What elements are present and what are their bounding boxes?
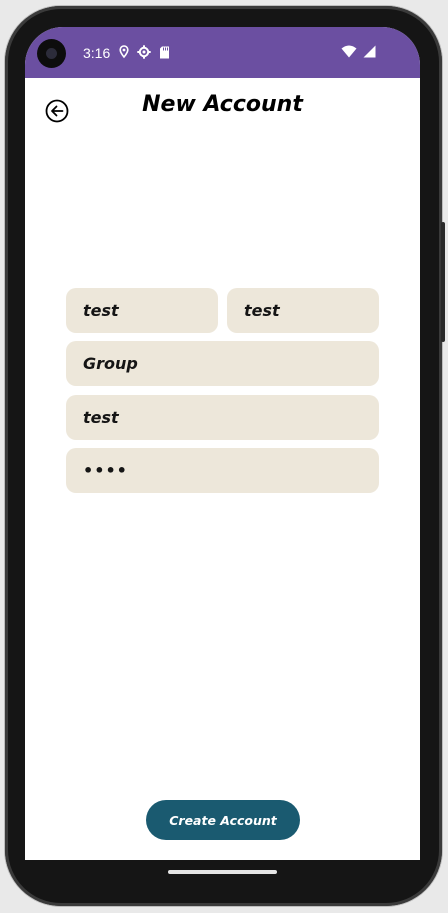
page-title: New Account: [142, 92, 303, 117]
password-field[interactable]: ••••: [66, 448, 379, 493]
status-icons-right: [341, 45, 376, 58]
sd-card-icon: [160, 46, 169, 58]
app-screen: 3:16 New Account test test Group test ••…: [25, 27, 420, 860]
location-pin-icon: [119, 45, 129, 59]
app-bar: New Account: [25, 78, 420, 140]
first-name-field[interactable]: test: [66, 288, 218, 333]
camera-lens: [46, 48, 57, 59]
status-bar: 3:16: [25, 27, 420, 78]
signal-icon: [363, 45, 376, 58]
group-field[interactable]: Group: [66, 341, 379, 386]
home-indicator[interactable]: [168, 870, 277, 874]
status-icons-left: [119, 45, 170, 59]
wifi-icon: [341, 45, 357, 58]
create-account-button[interactable]: Create Account: [146, 800, 300, 840]
username-field[interactable]: test: [66, 395, 379, 440]
front-camera: [37, 39, 66, 68]
gear-icon: [137, 45, 151, 59]
last-name-field[interactable]: test: [227, 288, 379, 333]
status-time: 3:16: [83, 45, 111, 61]
side-button: [441, 222, 445, 342]
